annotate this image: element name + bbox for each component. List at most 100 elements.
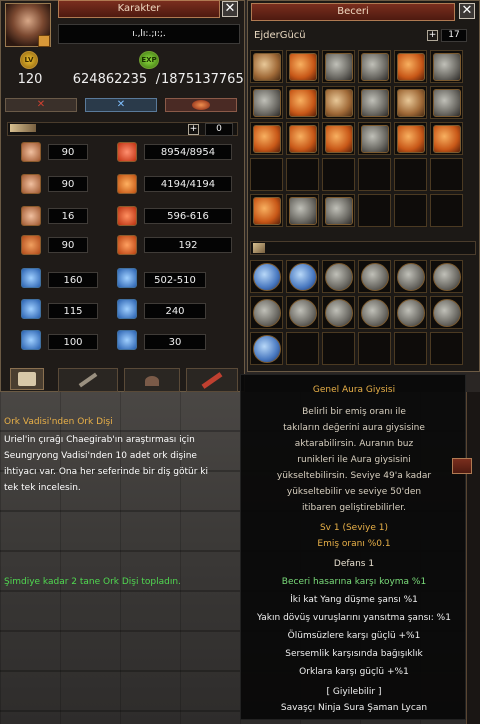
add-skill-button[interactable]: + (427, 30, 438, 41)
skill-slot[interactable] (358, 158, 391, 191)
tab-character-info[interactable] (10, 368, 44, 390)
skill-slot[interactable] (322, 158, 355, 191)
skill-slot[interactable] (250, 194, 283, 227)
support-skill-icon[interactable] (361, 263, 389, 291)
support-skill-icon[interactable] (289, 263, 317, 291)
skill-icon[interactable] (397, 53, 425, 81)
support-skill-slot[interactable] (322, 260, 355, 293)
support-skill-slot[interactable] (430, 260, 463, 293)
support-skill-slot[interactable] (394, 260, 427, 293)
skill-slot[interactable] (394, 50, 427, 83)
skill-slot[interactable] (358, 50, 391, 83)
skill-slot[interactable] (250, 86, 283, 119)
tab-skills[interactable] (58, 368, 118, 392)
skill-slot[interactable] (394, 122, 427, 155)
skill-slot[interactable] (286, 86, 319, 119)
skill-slot[interactable] (322, 86, 355, 119)
support-skill-icon[interactable] (325, 299, 353, 327)
skill-icon[interactable] (253, 125, 281, 153)
skill-slot[interactable] (430, 86, 463, 119)
skill-icon[interactable] (397, 125, 425, 153)
skill-slot[interactable] (322, 194, 355, 227)
support-skill-icon[interactable] (289, 299, 317, 327)
skill-slot[interactable] (250, 158, 283, 191)
pencil-icon[interactable] (38, 35, 50, 47)
skill-icon[interactable] (361, 89, 389, 117)
support-skill-slot[interactable] (430, 296, 463, 329)
skill-icon[interactable] (325, 53, 353, 81)
character-close-button[interactable]: ✕ (222, 1, 238, 17)
skill-icon[interactable] (397, 89, 425, 117)
skill-icon[interactable] (361, 53, 389, 81)
support-skill-slot[interactable] (394, 296, 427, 329)
status-tab-button[interactable]: ✕ (5, 98, 77, 112)
support-skill-slot[interactable] (250, 296, 283, 329)
tab-quests[interactable] (186, 368, 238, 392)
support-skill-icon[interactable] (325, 263, 353, 291)
skill-slot[interactable] (286, 194, 319, 227)
skill-slot[interactable] (430, 50, 463, 83)
support-skill-slot[interactable] (286, 296, 319, 329)
skill-slot[interactable] (358, 122, 391, 155)
skill-icon[interactable] (253, 53, 281, 81)
skill-slot[interactable] (286, 158, 319, 191)
level-badge: LV (20, 51, 38, 69)
support-skill-slot[interactable] (286, 260, 319, 293)
add-stat-button[interactable]: + (188, 124, 199, 135)
skills-close-button[interactable]: ✕ (459, 3, 475, 19)
skill-icon[interactable] (289, 197, 317, 225)
support-skill-slot[interactable] (394, 332, 427, 365)
skill-icon[interactable] (289, 125, 317, 153)
support-skill-slot[interactable] (358, 296, 391, 329)
support-skill-icon[interactable] (397, 263, 425, 291)
skill-icon[interactable] (289, 89, 317, 117)
skill-slot[interactable] (394, 194, 427, 227)
skill-icon[interactable] (433, 89, 461, 117)
skill-slot[interactable] (430, 158, 463, 191)
character-title-bar[interactable]: Karakter (58, 0, 220, 18)
skill-slot[interactable] (322, 50, 355, 83)
skill-slot[interactable] (394, 158, 427, 191)
tab-emotions[interactable] (124, 368, 180, 392)
support-skill-slot[interactable] (358, 332, 391, 365)
skill-tab-button[interactable]: ✕ (85, 98, 157, 112)
skill-icon[interactable] (433, 125, 461, 153)
skill-slot[interactable] (286, 122, 319, 155)
support-skill-icon[interactable] (253, 299, 281, 327)
skill-slot[interactable] (430, 122, 463, 155)
skill-icon[interactable] (289, 53, 317, 81)
skill-slot[interactable] (394, 86, 427, 119)
skill-slot[interactable] (358, 194, 391, 227)
skill-slot[interactable] (430, 194, 463, 227)
emotion-tab-button[interactable] (165, 98, 237, 112)
skill-icon[interactable] (253, 197, 281, 225)
skills-title-bar[interactable]: Beceri (251, 3, 455, 21)
attack-speed-icon (21, 268, 41, 288)
skill-slot[interactable] (286, 50, 319, 83)
skill-icon[interactable] (253, 89, 281, 117)
skill-icon[interactable] (325, 89, 353, 117)
support-skill-icon[interactable] (253, 263, 281, 291)
support-skill-icon[interactable] (253, 335, 281, 363)
support-skill-icon[interactable] (433, 299, 461, 327)
skill-icon[interactable] (361, 125, 389, 153)
skill-icon[interactable] (325, 197, 353, 225)
skill-slot[interactable] (322, 122, 355, 155)
support-skill-slot[interactable] (250, 260, 283, 293)
skill-slot[interactable] (358, 86, 391, 119)
support-skill-slot[interactable] (250, 332, 283, 365)
support-skill-slot[interactable] (286, 332, 319, 365)
skill-icon[interactable] (325, 125, 353, 153)
support-skill-icon[interactable] (397, 299, 425, 327)
support-skill-slot[interactable] (322, 332, 355, 365)
support-skill-icon[interactable] (361, 299, 389, 327)
support-skill-icon[interactable] (433, 263, 461, 291)
support-skill-slot[interactable] (430, 332, 463, 365)
stat-points: 0 (205, 123, 233, 136)
skill-slot[interactable] (250, 50, 283, 83)
skill-icon[interactable] (433, 53, 461, 81)
side-window-button[interactable] (452, 458, 472, 474)
skill-slot[interactable] (250, 122, 283, 155)
support-skill-slot[interactable] (358, 260, 391, 293)
support-skill-slot[interactable] (322, 296, 355, 329)
